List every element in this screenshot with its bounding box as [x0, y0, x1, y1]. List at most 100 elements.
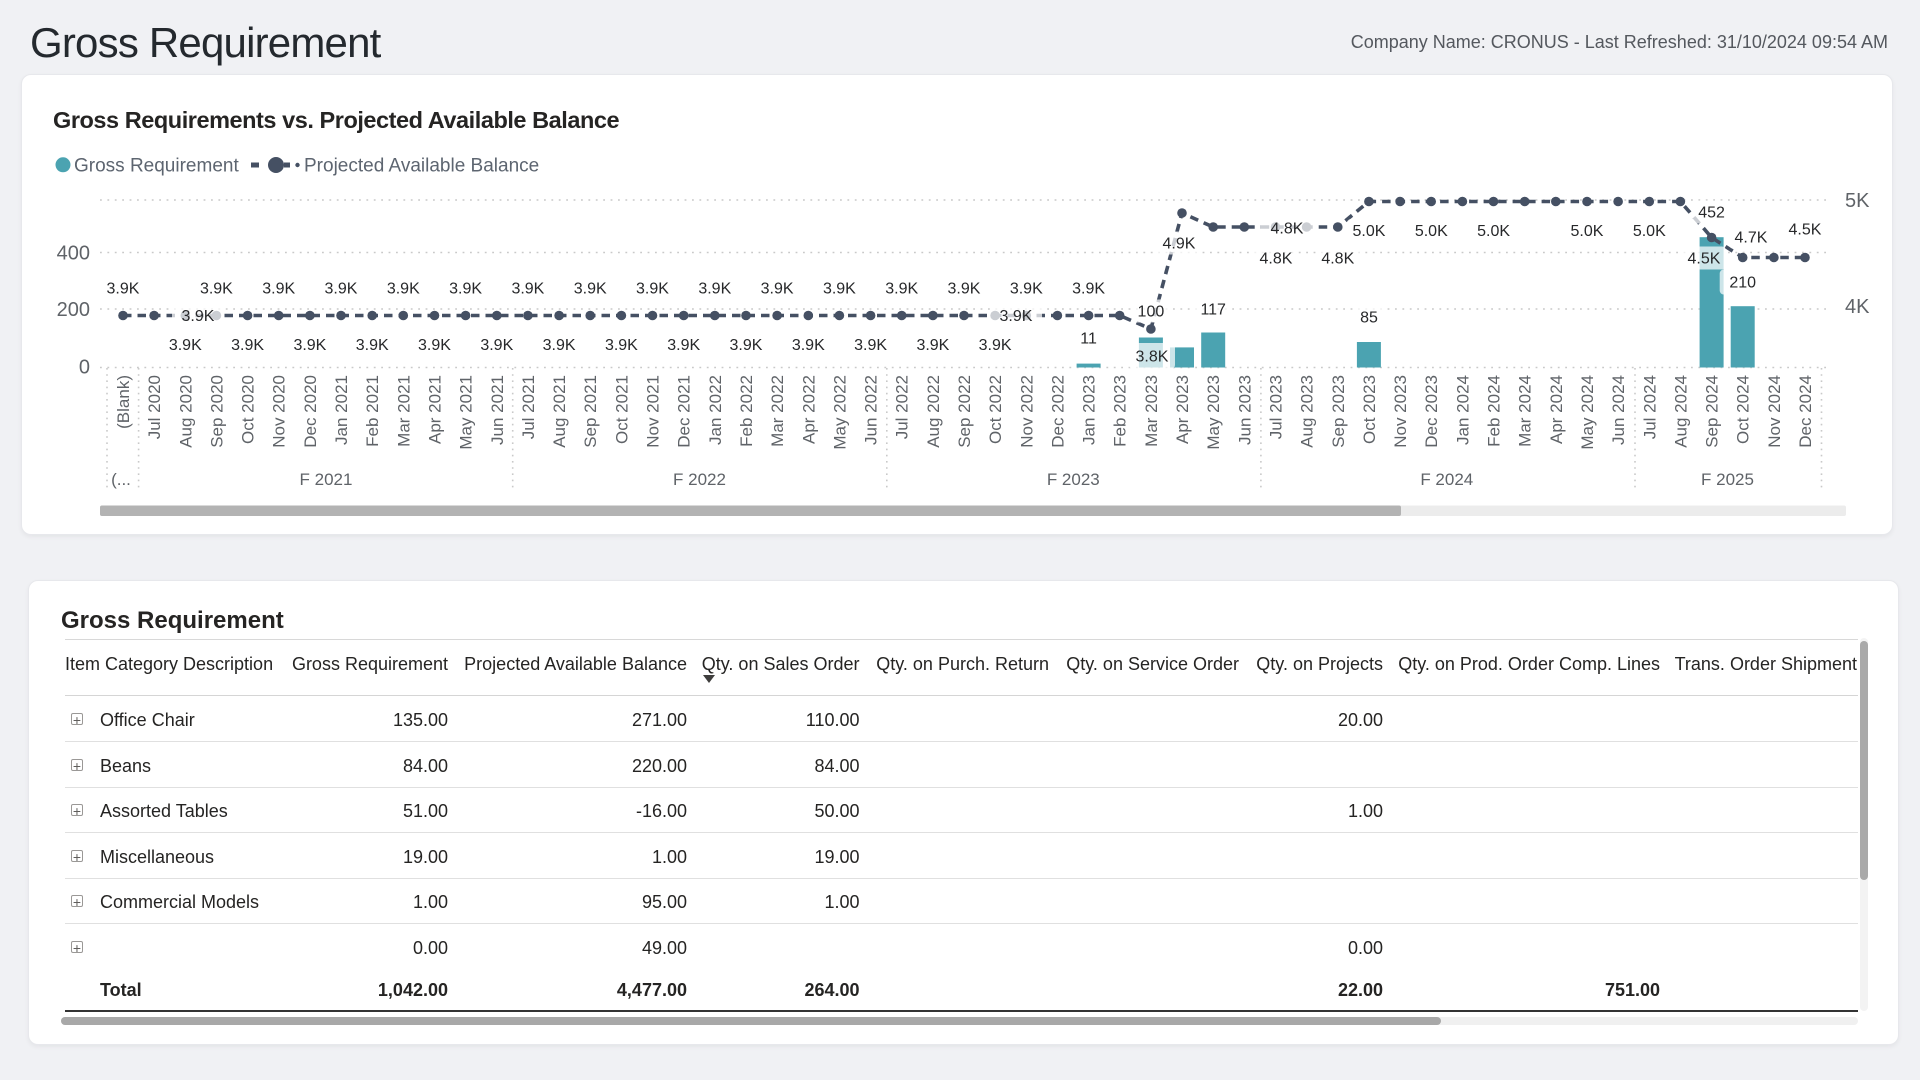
svg-text:3.9K: 3.9K — [823, 281, 856, 298]
svg-text:452: 452 — [1698, 205, 1725, 222]
svg-text:May 2024: May 2024 — [1578, 375, 1597, 450]
svg-text:Dec 2022: Dec 2022 — [1048, 375, 1067, 448]
svg-text:3.9K: 3.9K — [667, 337, 700, 354]
svg-text:3.9K: 3.9K — [605, 337, 638, 354]
svg-text:Mar 2023: Mar 2023 — [1142, 375, 1161, 447]
svg-text:Feb 2022: Feb 2022 — [737, 375, 756, 447]
svg-text:(Blank): (Blank) — [114, 375, 133, 429]
svg-text:Jan 2024: Jan 2024 — [1453, 375, 1472, 445]
svg-text:5.0K: 5.0K — [1353, 223, 1386, 240]
svg-text:3.9K: 3.9K — [979, 337, 1012, 354]
svg-text:4.8K: 4.8K — [1321, 251, 1354, 268]
svg-text:Dec 2021: Dec 2021 — [675, 375, 694, 448]
svg-text:400: 400 — [57, 243, 90, 265]
svg-text:4.7K: 4.7K — [1735, 230, 1768, 247]
svg-text:Jul 2020: Jul 2020 — [145, 375, 164, 439]
svg-text:3.9K: 3.9K — [1072, 281, 1105, 298]
svg-text:3.9K: 3.9K — [761, 281, 794, 298]
svg-text:3.9K: 3.9K — [1010, 281, 1043, 298]
svg-text:Aug 2024: Aug 2024 — [1671, 375, 1690, 448]
svg-text:3.9K: 3.9K — [449, 281, 482, 298]
svg-text:Dec 2020: Dec 2020 — [301, 375, 320, 448]
svg-text:3.9K: 3.9K — [792, 337, 825, 354]
svg-text:(...: (... — [111, 470, 131, 489]
svg-text:Aug 2022: Aug 2022 — [924, 375, 943, 448]
svg-text:3.9K: 3.9K — [480, 337, 513, 354]
svg-text:3.9K: 3.9K — [182, 308, 215, 325]
svg-text:3.9K: 3.9K — [293, 337, 326, 354]
svg-text:Oct 2021: Oct 2021 — [612, 375, 631, 444]
svg-text:3.9K: 3.9K — [854, 337, 887, 354]
svg-text:Dec 2023: Dec 2023 — [1422, 375, 1441, 448]
svg-text:3.9K: 3.9K — [916, 337, 949, 354]
svg-text:4.8K: 4.8K — [1271, 221, 1304, 238]
svg-text:5.0K: 5.0K — [1571, 223, 1604, 240]
svg-text:3.9K: 3.9K — [698, 281, 731, 298]
svg-text:210: 210 — [1729, 275, 1756, 292]
svg-text:4.5K: 4.5K — [1688, 251, 1721, 268]
svg-text:3.9K: 3.9K — [730, 337, 763, 354]
svg-text:Apr 2021: Apr 2021 — [426, 375, 445, 444]
svg-text:Jan 2023: Jan 2023 — [1080, 375, 1099, 445]
svg-text:Nov 2022: Nov 2022 — [1017, 375, 1036, 448]
svg-text:F 2022: F 2022 — [673, 470, 726, 489]
svg-text:3.9K: 3.9K — [574, 281, 607, 298]
svg-text:3.9K: 3.9K — [231, 337, 264, 354]
svg-text:Jul 2022: Jul 2022 — [893, 375, 912, 439]
svg-text:Oct 2022: Oct 2022 — [986, 375, 1005, 444]
svg-text:Oct 2024: Oct 2024 — [1734, 375, 1753, 444]
svg-text:4.9K: 4.9K — [1163, 236, 1196, 253]
svg-text:May 2023: May 2023 — [1204, 375, 1223, 450]
svg-text:Nov 2024: Nov 2024 — [1765, 375, 1784, 448]
svg-text:200: 200 — [57, 299, 90, 321]
svg-text:3.8K: 3.8K — [1136, 349, 1169, 366]
svg-text:Aug 2020: Aug 2020 — [176, 375, 195, 448]
svg-text:3.9K: 3.9K — [200, 281, 233, 298]
svg-text:3.9K: 3.9K — [418, 337, 451, 354]
svg-text:3.9K: 3.9K — [356, 337, 389, 354]
svg-text:117: 117 — [1200, 302, 1226, 319]
svg-text:100: 100 — [1138, 304, 1165, 321]
svg-text:Jun 2023: Jun 2023 — [1235, 375, 1254, 445]
svg-text:5.0K: 5.0K — [1415, 223, 1448, 240]
svg-text:Aug 2021: Aug 2021 — [550, 375, 569, 448]
svg-text:3.9K: 3.9K — [885, 281, 918, 298]
svg-text:3.9K: 3.9K — [387, 281, 420, 298]
svg-text:Feb 2021: Feb 2021 — [363, 375, 382, 447]
svg-text:Sep 2024: Sep 2024 — [1703, 375, 1722, 448]
svg-text:Jul 2021: Jul 2021 — [519, 375, 538, 439]
svg-text:5K: 5K — [1845, 190, 1870, 212]
svg-text:3.9K: 3.9K — [511, 281, 544, 298]
svg-text:85: 85 — [1360, 310, 1378, 327]
svg-text:Mar 2021: Mar 2021 — [394, 375, 413, 447]
svg-text:Dec 2024: Dec 2024 — [1796, 375, 1815, 448]
svg-text:3.9K: 3.9K — [1000, 308, 1033, 325]
svg-text:3.9K: 3.9K — [107, 281, 140, 298]
svg-text:Sep 2023: Sep 2023 — [1329, 375, 1348, 448]
svg-text:Sep 2020: Sep 2020 — [207, 375, 226, 448]
svg-text:Nov 2023: Nov 2023 — [1391, 375, 1410, 448]
svg-text:F 2021: F 2021 — [300, 470, 353, 489]
svg-text:Apr 2023: Apr 2023 — [1173, 375, 1192, 444]
svg-text:Jan 2021: Jan 2021 — [332, 375, 351, 445]
svg-text:5.0K: 5.0K — [1477, 223, 1510, 240]
svg-text:Apr 2022: Apr 2022 — [799, 375, 818, 444]
svg-text:Mar 2022: Mar 2022 — [768, 375, 787, 447]
svg-text:0: 0 — [79, 357, 90, 379]
svg-text:Sep 2021: Sep 2021 — [581, 375, 600, 448]
svg-text:Projected Available Balance: Projected Available Balance — [304, 156, 539, 177]
svg-text:Gross Requirements vs. Project: Gross Requirements vs. Projected Availab… — [53, 107, 619, 133]
svg-text:Oct 2020: Oct 2020 — [239, 375, 258, 444]
svg-text:3.9K: 3.9K — [948, 281, 981, 298]
svg-text:Sep 2022: Sep 2022 — [955, 375, 974, 448]
svg-text:Feb 2023: Feb 2023 — [1111, 375, 1130, 447]
svg-text:Apr 2024: Apr 2024 — [1547, 375, 1566, 444]
svg-text:4.5K: 4.5K — [1789, 222, 1822, 239]
svg-text:3.9K: 3.9K — [543, 337, 576, 354]
svg-text:Gross Requirement: Gross Requirement — [74, 156, 239, 177]
svg-text:Nov 2020: Nov 2020 — [270, 375, 289, 448]
svg-text:F 2024: F 2024 — [1420, 470, 1473, 489]
svg-text:Jul 2023: Jul 2023 — [1267, 375, 1286, 439]
svg-text:3.9K: 3.9K — [169, 337, 202, 354]
svg-text:Nov 2021: Nov 2021 — [644, 375, 663, 448]
